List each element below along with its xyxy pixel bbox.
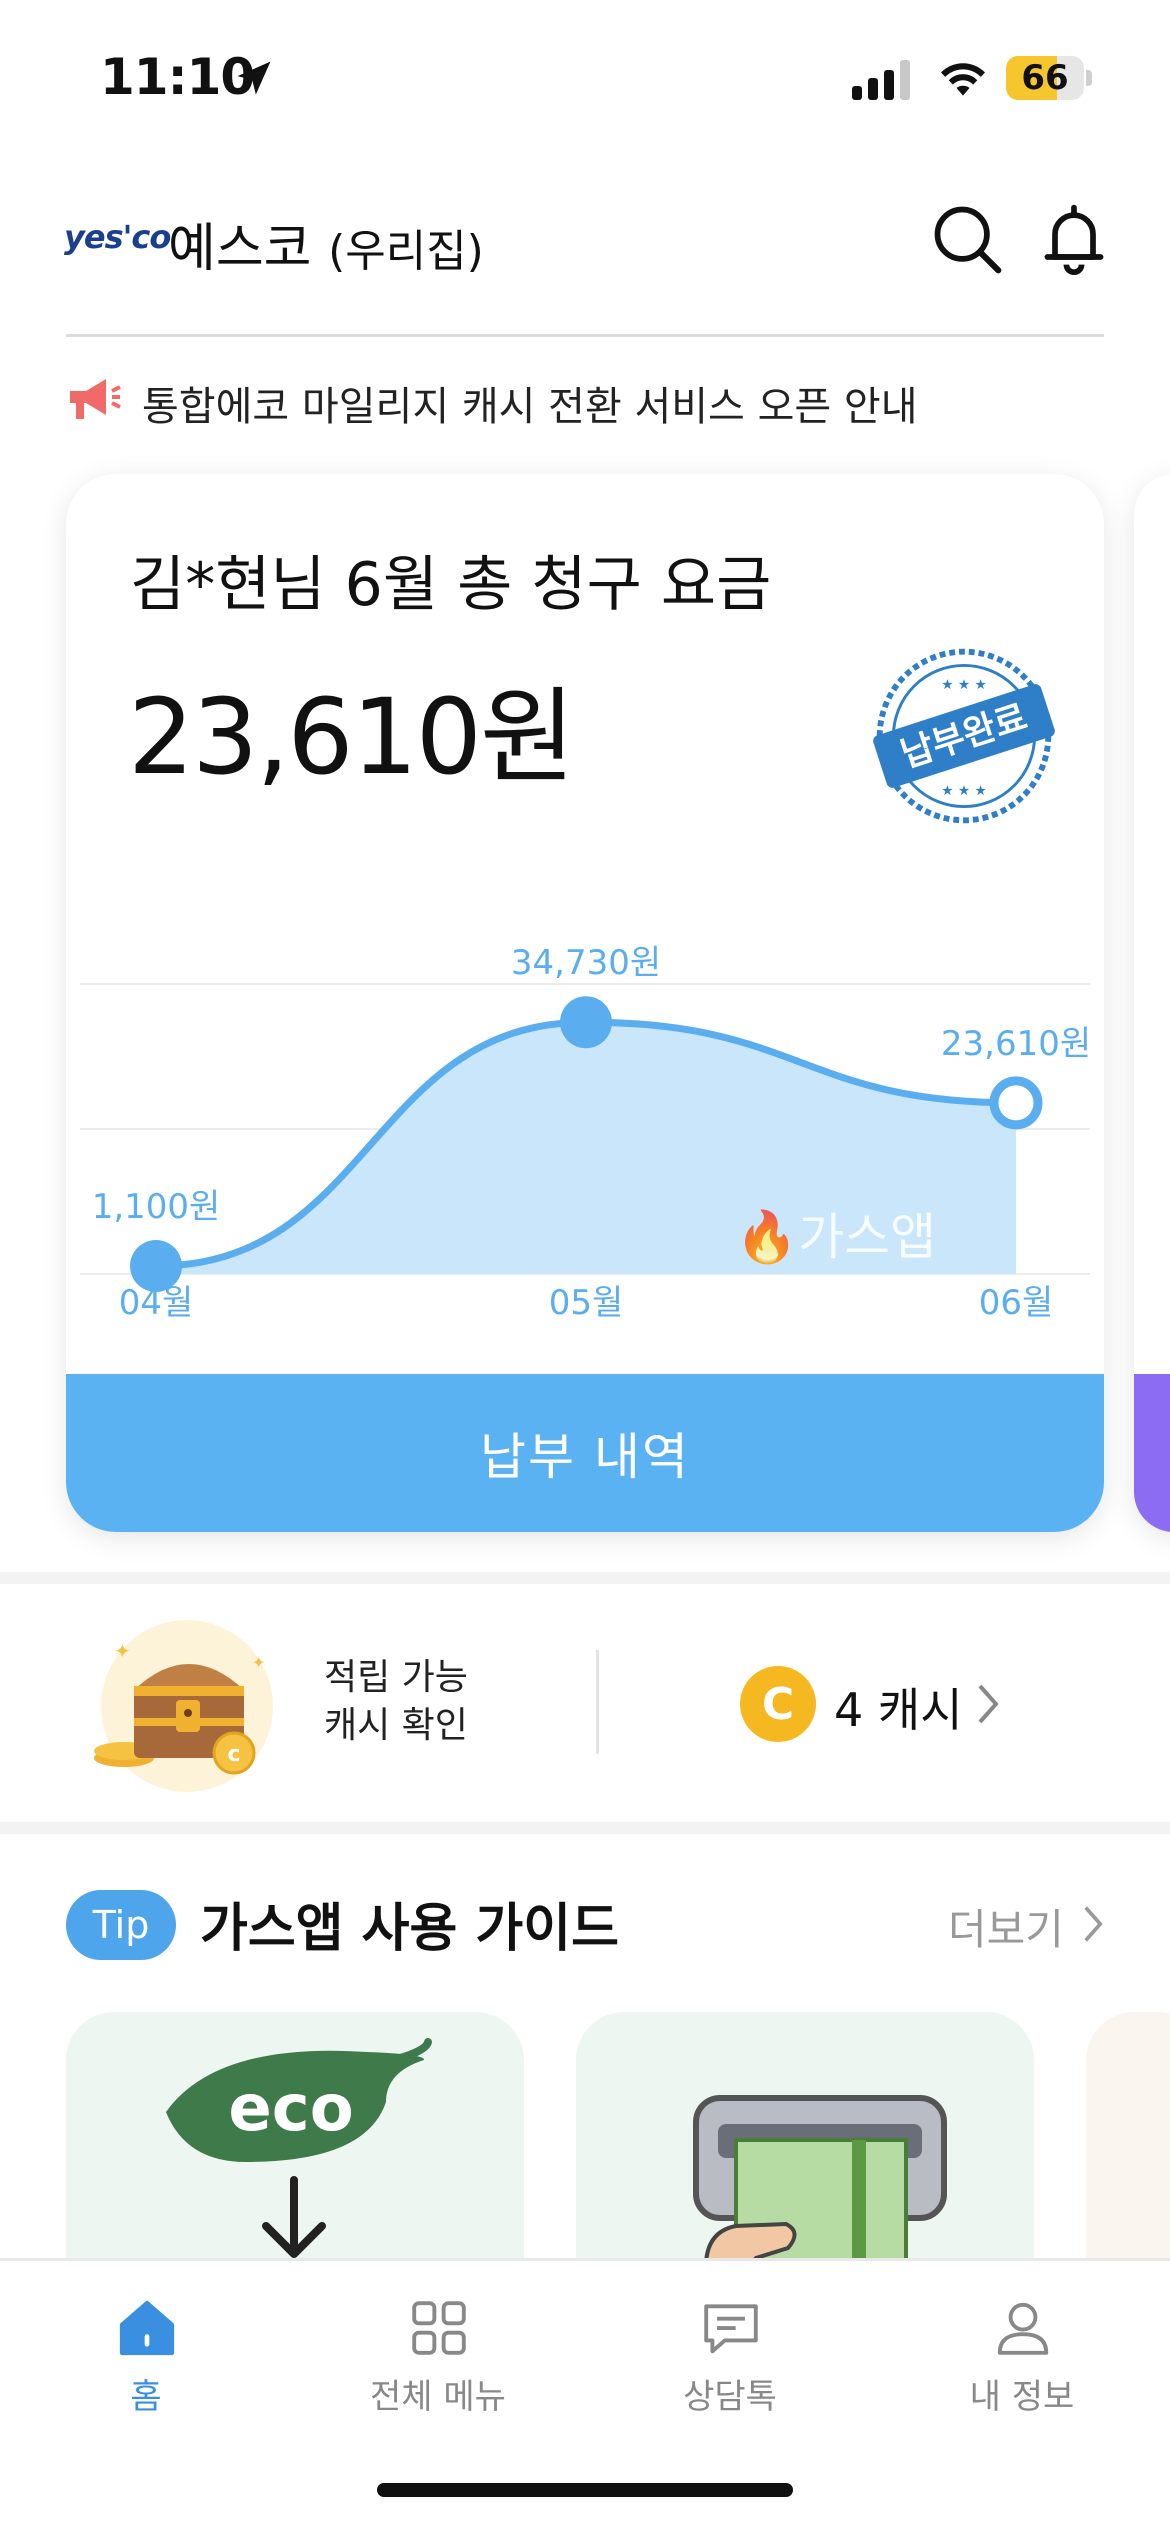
battery-indicator: 66 xyxy=(1006,56,1092,100)
notice-banner[interactable]: 통합에코 마일리지 캐시 전환 서비스 오픈 안내 xyxy=(60,370,1110,432)
search-icon[interactable] xyxy=(928,200,1004,276)
svg-text:c: c xyxy=(227,1742,240,1767)
guide-header: Tip 가스앱 사용 가이드 더보기 xyxy=(0,1870,1170,1970)
section-divider xyxy=(0,1822,1170,1834)
bill-amount: 23,610원 xyxy=(128,676,576,798)
battery-percent: 66 xyxy=(1021,58,1069,98)
cash-row[interactable]: c ✦ ✦ 적립 가능 캐시 확인 C 4 캐시 xyxy=(0,1584,1170,1822)
grid-icon xyxy=(412,2301,466,2355)
bell-icon[interactable] xyxy=(1036,200,1112,276)
person-icon xyxy=(997,2302,1049,2355)
home-indicator xyxy=(377,2483,793,2497)
bill-title: 김*현님 6월 총 청구 요금 xyxy=(130,550,772,620)
app-header: yes'co 예스코 (우리집) xyxy=(0,170,1170,310)
section-divider xyxy=(0,1572,1170,1584)
chevron-right-icon xyxy=(978,1684,999,1724)
nav-label-all-menu: 전체 메뉴 xyxy=(370,2377,506,2417)
payment-history-button[interactable]: 납부 내역 xyxy=(66,1374,1104,1532)
cellular-signal-icon xyxy=(852,60,910,100)
cash-divider xyxy=(596,1650,599,1754)
home-icon xyxy=(119,2300,175,2356)
megaphone-icon xyxy=(70,379,121,419)
guide-title: 가스앱 사용 가이드 xyxy=(200,1899,619,1959)
tip-badge: Tip xyxy=(66,1890,176,1960)
treasure-chest-icon: c ✦ ✦ xyxy=(94,1620,273,1792)
header-divider xyxy=(66,334,1104,337)
nav-label-chat: 상담톡 xyxy=(683,2377,777,2417)
chart-data-label: 34,730원 xyxy=(511,943,661,983)
card-slot-icon xyxy=(693,2095,947,2272)
svg-text:★ ★ ★: ★ ★ ★ xyxy=(941,677,987,693)
guide-card-payment[interactable] xyxy=(576,2012,1034,2272)
chart-category-label: 06월 xyxy=(979,1283,1054,1323)
coin-icon: C xyxy=(740,1666,816,1742)
eco-leaf-icon: eco xyxy=(166,2038,432,2258)
chart-watermark: 🔥가스앱 xyxy=(736,1208,936,1266)
bill-card[interactable]: 김*현님 6월 총 청구 요금 23,610원 납부완료 ★ ★ ★ ★ ★ ★… xyxy=(66,474,1104,1532)
guide-card-peek[interactable] xyxy=(1086,2012,1170,2272)
svg-text:✦: ✦ xyxy=(252,1653,265,1672)
nav-item-home[interactable]: 홈 xyxy=(36,2287,256,2427)
chart-data-label: 1,100원 xyxy=(92,1187,221,1227)
wifi-icon xyxy=(941,63,985,96)
cash-value: 4 캐시 xyxy=(834,1683,963,1737)
chart-category-label: 05월 xyxy=(549,1283,624,1323)
chevron-right-icon[interactable] xyxy=(1082,1904,1104,1944)
svg-text:✦: ✦ xyxy=(114,1639,131,1663)
guide-card-eco[interactable]: eco xyxy=(66,2012,524,2272)
chat-icon xyxy=(704,2304,758,2354)
brand-title: 예스코 xyxy=(168,219,312,279)
home-selector[interactable]: 예스코 (우리집) xyxy=(168,206,484,281)
chart-category-label: 04월 xyxy=(119,1283,194,1323)
nav-item-my-info[interactable]: 내 정보 xyxy=(912,2287,1132,2427)
next-card-peek[interactable] xyxy=(1134,474,1170,1532)
cash-label-line2: 캐시 확인 xyxy=(324,1705,468,1746)
more-link[interactable]: 더보기 xyxy=(948,1896,1064,1957)
nav-label-home: 홈 xyxy=(130,2377,162,2417)
paid-stamp: 납부완료 ★ ★ ★ ★ ★ ★ xyxy=(873,648,1055,824)
status-bar: 11:10 66 xyxy=(0,0,1170,150)
location-arrow-icon xyxy=(237,61,271,95)
cash-label-line1: 적립 가능 xyxy=(324,1657,468,1698)
eco-text: eco xyxy=(228,2072,353,2146)
home-subtitle: (우리집) xyxy=(328,226,484,277)
nav-item-chat[interactable]: 상담톡 xyxy=(620,2287,840,2427)
nav-label-my-info: 내 정보 xyxy=(969,2377,1075,2417)
chart-point xyxy=(560,996,612,1049)
svg-text:★ ★ ★: ★ ★ ★ xyxy=(941,783,987,799)
chart-data-label: 23,610원 xyxy=(941,1024,1091,1064)
nav-item-all-menu[interactable]: 전체 메뉴 xyxy=(328,2287,548,2427)
notice-text: 통합에코 마일리지 캐시 전환 서비스 오픈 안내 xyxy=(142,384,918,430)
cash-check-label: 적립 가능 캐시 확인 xyxy=(324,1654,468,1750)
brand-logo: yes'co xyxy=(64,218,171,256)
chart-point xyxy=(989,1076,1043,1130)
bill-chart: 🔥가스앱 1,100원 04월 34,730원 05월 23,610원 06월 xyxy=(80,943,1091,1323)
